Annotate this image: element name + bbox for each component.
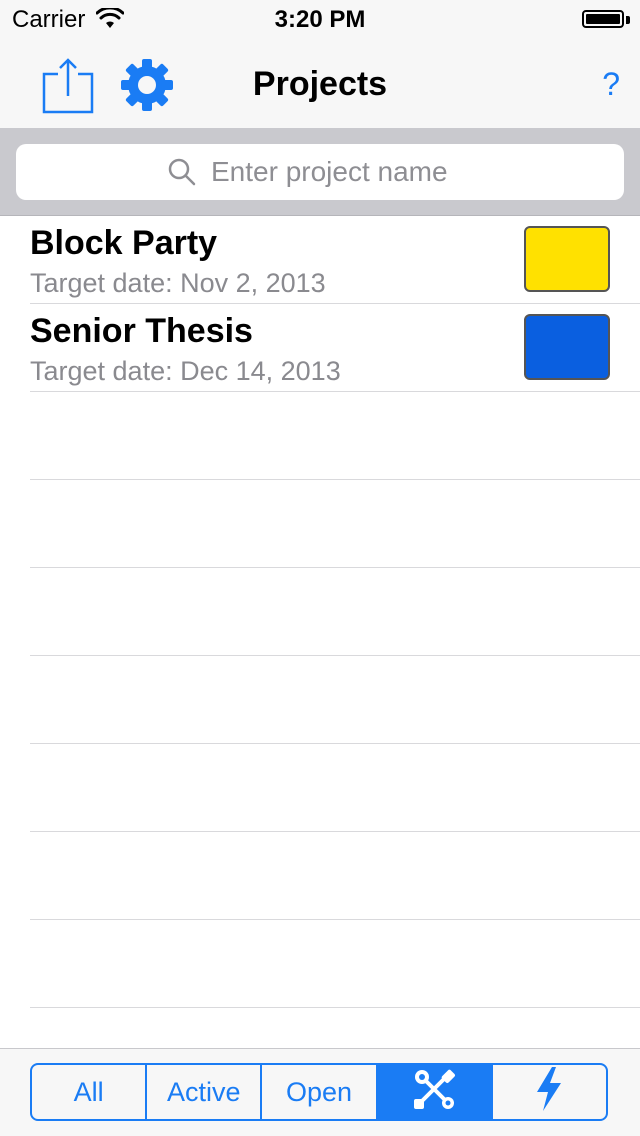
search-bar	[0, 128, 640, 216]
empty-row	[30, 480, 640, 568]
navigation-bar: Projects ?	[0, 40, 640, 128]
project-list: Block Party Target date: Nov 2, 2013 Sen…	[0, 216, 640, 1096]
empty-row	[30, 656, 640, 744]
segment-active[interactable]: Active	[147, 1065, 263, 1119]
project-target-date: Target date: Nov 2, 2013	[30, 268, 326, 298]
project-row-block-party[interactable]: Block Party Target date: Nov 2, 2013	[30, 216, 640, 304]
search-icon	[167, 157, 197, 187]
page-title: Projects	[252, 65, 388, 103]
search-input[interactable]	[209, 155, 473, 189]
filter-segmented-control: All Active Open	[30, 1063, 608, 1121]
project-target-date: Target date: Dec 14, 2013	[30, 356, 341, 386]
project-name: Senior Thesis	[30, 312, 253, 350]
help-button[interactable]: ?	[602, 66, 620, 103]
search-field[interactable]	[16, 144, 624, 200]
lightning-icon	[534, 1066, 564, 1119]
segment-tools[interactable]	[377, 1065, 493, 1119]
empty-row	[30, 568, 640, 656]
battery-icon	[582, 10, 630, 30]
segment-all[interactable]: All	[32, 1065, 148, 1119]
segment-lightning[interactable]	[493, 1065, 606, 1119]
status-bar: Carrier 3:20 PM	[0, 0, 640, 40]
empty-row	[30, 392, 640, 480]
project-row-senior-thesis[interactable]: Senior Thesis Target date: Dec 14, 2013	[30, 304, 640, 392]
clock: 3:20 PM	[274, 6, 366, 33]
empty-row	[30, 744, 640, 832]
tools-icon	[411, 1066, 457, 1119]
empty-row	[30, 920, 640, 1008]
project-color-swatch[interactable]	[524, 314, 610, 380]
project-color-swatch[interactable]	[524, 226, 610, 292]
segment-open[interactable]: Open	[262, 1065, 378, 1119]
empty-row	[30, 832, 640, 920]
project-name: Block Party	[30, 224, 218, 262]
bottom-toolbar: All Active Open	[0, 1048, 640, 1136]
